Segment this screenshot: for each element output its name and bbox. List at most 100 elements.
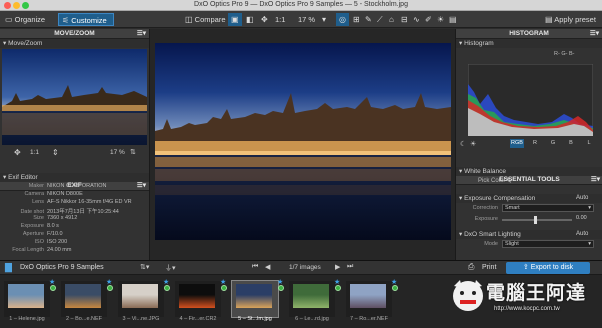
exif-sub[interactable]: ▾ Exif Editor [0,173,149,182]
fullscreen-button[interactable]: ▤ [446,13,460,26]
eyedropper-icon[interactable]: ✎ [506,177,512,185]
navigator-image [2,49,147,145]
compare-label: Compare [194,15,226,24]
nav-percent[interactable]: 17 % [110,149,125,156]
move-icon[interactable]: ✥ [14,148,21,157]
panel-menu-icon[interactable]: ☰▾ [137,29,146,39]
correction-select[interactable]: Smart ▾ [502,204,594,212]
essential-tools-menu-icon[interactable]: ☰▾ [591,175,600,185]
processed-check-icon[interactable] [107,285,113,291]
organize-tab[interactable]: ▭ Organize [2,13,48,26]
exposure-slider[interactable] [502,216,572,224]
move-zoom-sub[interactable]: ▾ Move/Zoom [0,39,149,48]
print-icon[interactable]: ⎙ [468,262,474,272]
grid-icon: ⊟ [401,15,408,24]
channel-selector: RGB R G B L [510,139,602,149]
thumbnail[interactable] [289,281,335,317]
single-view-button[interactable]: ▣ [228,13,242,26]
eyedropper-button[interactable]: ✎ [362,13,375,26]
exposure-value[interactable]: 0.00 [576,215,587,221]
histogram-menu-icon[interactable]: ☰▾ [590,29,599,39]
thumbnail-caption: 2 – Bo...e.NEF [65,316,103,322]
channel-button-rgb[interactable]: RGB [510,139,524,148]
nav-ratio[interactable]: 1:1 [30,149,39,156]
zoom-ratio[interactable]: 1:1 [272,13,288,26]
prev-image-button[interactable]: ◀ [265,263,270,271]
next-image-button[interactable]: ▶ [335,263,340,271]
fit-icon[interactable]: ⇕ [52,148,59,157]
image-viewer[interactable] [150,29,455,260]
histogram-sub[interactable]: ▾ Histogram [456,39,602,48]
grid-button[interactable]: ⊟ [398,13,411,26]
thumbnail[interactable] [4,281,50,317]
thumbnail-caption: 4 – Fir...er.CR2 [179,316,217,322]
processed-check-icon[interactable] [221,285,227,291]
mode-label: Mode [484,241,498,247]
thumbnail[interactable] [61,281,107,317]
processed-check-icon[interactable] [164,285,170,291]
watermark-brand: 電腦王阿達 [486,282,587,304]
move-zoom-header[interactable]: MOVE/ZOOM ☰▾ [0,29,149,39]
customize-tab[interactable]: ⚟ Customize [58,13,114,26]
navigator-controls: ✥ 1:1 ⇕ 17 % ⇅ [0,147,150,159]
tone-curve-button[interactable]: ∿ [410,13,423,26]
channel-button-l[interactable]: L [582,139,596,148]
hand-tool-button[interactable]: ✥ [258,13,271,26]
window-titlebar: DxO Optics Pro 9 — DxO Optics Pro 9 Samp… [0,0,602,11]
filter-button[interactable]: ⏚▾ [165,263,176,273]
perspective-tool-button[interactable]: ⌂ [386,13,397,26]
processed-check-icon[interactable] [392,285,398,291]
rgb-readout: R- G- B- [554,51,575,57]
mode-select[interactable]: Slight ▾ [502,240,594,248]
compare-button[interactable]: ◫ Compare [182,13,229,26]
zoom-dropdown[interactable]: ▾ [319,13,329,26]
watermark-mascot [453,280,483,311]
histogram-header[interactable]: HISTOGRAM ☰▾ [456,29,602,39]
thumbnail-caption: 7 – Ro...er.NEF [350,316,388,322]
exposure-slider-thumb[interactable] [534,216,537,224]
histogram-header-label: HISTOGRAM [509,30,549,37]
target-icon: ◎ [339,15,346,24]
exposure-auto-button[interactable]: Auto [576,195,588,201]
horizon-tool-button[interactable]: ⟋ [374,13,386,26]
sort-button[interactable]: ⇅▾ [140,263,149,271]
brush-tool-button[interactable]: ✐ [422,13,435,26]
navigator-preview[interactable] [2,49,147,145]
thumbnail[interactable] [231,280,279,318]
first-image-button[interactable]: ⏮ [252,263,258,271]
thumbnail[interactable] [175,281,221,317]
clipping-sun-icon[interactable]: ☀ [470,140,476,148]
exif-row: Date shot 2013年7月13日 下午10:25:44 [0,207,118,215]
thumbnail-caption: 3 – Vi...ne.JPG [122,316,160,322]
clipping-moon-icon[interactable]: ☾ [460,140,466,148]
nav-zoom-stepper[interactable]: ⇅ [130,148,136,156]
thumbnail[interactable] [346,281,392,317]
crop-tool-button[interactable]: ⊞ [350,13,363,26]
channel-button-g[interactable]: G [546,139,560,148]
channel-button-r[interactable]: R [528,139,542,148]
thumbnail-image [350,284,386,308]
processed-check-icon[interactable] [50,285,56,291]
print-button[interactable]: Print [482,264,496,271]
split-view-button[interactable]: ◧ [243,13,257,26]
exposure-comp-label: Exposure Compensation [464,195,536,202]
single-view-icon: ▣ [231,15,239,24]
exif-row-label: Exposure [20,223,44,229]
last-image-button[interactable]: ⏭ [347,263,353,271]
pick-color-label: Pick Color [478,178,506,184]
thumbnail[interactable] [118,281,164,317]
watermark: 電腦王阿達 http://www.kocpc.com.tw [450,272,600,326]
apply-preset-button[interactable]: ▤ Apply preset [542,13,599,26]
split-view-icon: ◧ [246,15,254,24]
exif-row-value: 7360 x 4912 [47,215,78,221]
smart-lighting-auto-button[interactable]: Auto [576,231,588,237]
repair-tool-button[interactable]: ◎ [336,13,349,26]
crop-icon: ⊞ [353,15,360,24]
zoom-percent[interactable]: 17 % [295,13,318,26]
channel-button-b[interactable]: B [564,139,578,148]
processed-check-icon[interactable] [278,285,284,291]
white-balance-section[interactable]: ▾ White Balance [456,167,602,176]
processed-check-icon[interactable] [335,285,341,291]
main-toolbar: ▭ Organize ⚟ Customize ◫ Compare ▣ ◧ ✥ 1… [0,11,602,28]
exif-row: ISO ISO 200 [0,239,68,245]
